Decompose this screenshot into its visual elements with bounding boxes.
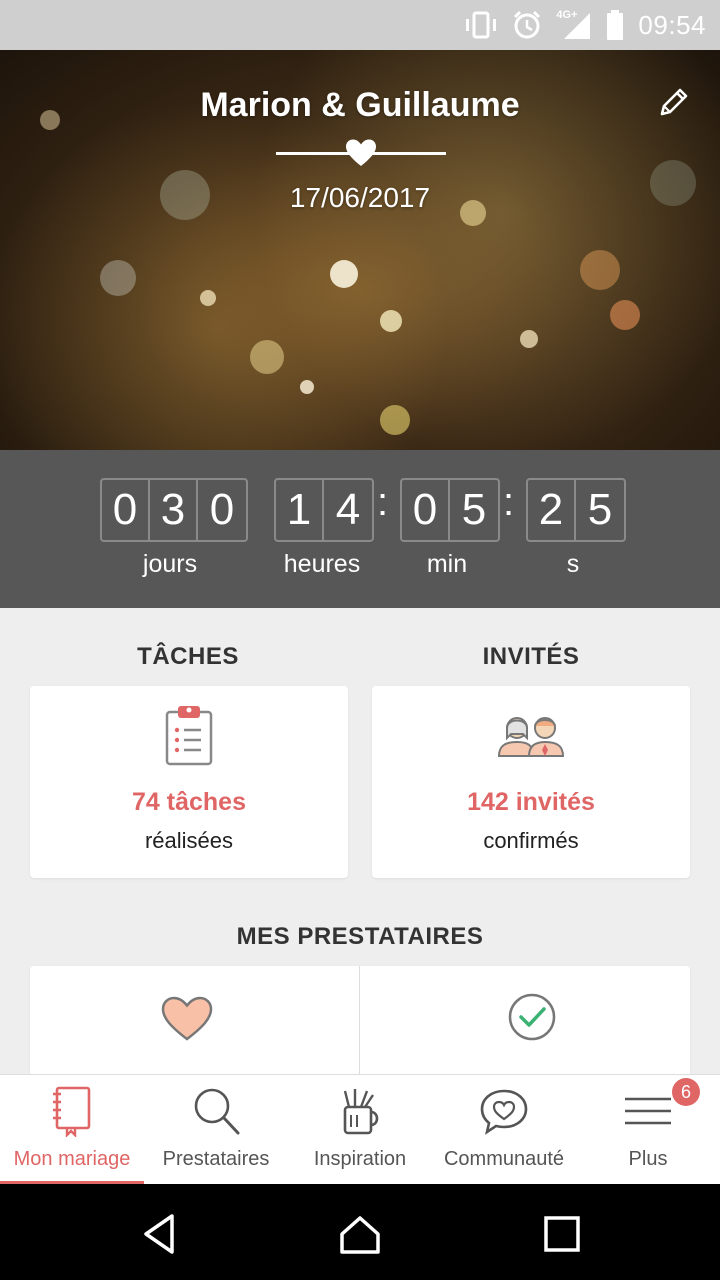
- hours-counter: 1 4: [274, 478, 374, 542]
- digit: 0: [402, 480, 450, 540]
- search-icon: [194, 1088, 240, 1135]
- clock: 09:54: [638, 9, 706, 40]
- bokeh-light: [380, 310, 402, 332]
- nav-item-communaute[interactable]: Communauté: [432, 1075, 576, 1185]
- nav-label: Inspiration: [313, 1148, 407, 1170]
- digit: 1: [276, 480, 324, 540]
- recents-icon[interactable]: [540, 1212, 584, 1256]
- seconds-counter: 2 5: [526, 478, 626, 542]
- bokeh-light: [380, 405, 410, 435]
- bokeh-light: [520, 330, 538, 348]
- guests-count: 142 invités: [467, 788, 595, 816]
- couple-guests-icon: [497, 717, 565, 757]
- seconds-label: s: [566, 550, 580, 578]
- booked-vendors-cell[interactable]: [360, 966, 690, 1086]
- bokeh-light: [580, 250, 620, 290]
- minutes-label: min: [426, 550, 468, 578]
- digit: 5: [587, 485, 613, 534]
- guests-title: INVITÉS: [482, 643, 580, 670]
- bokeh-light: [610, 300, 640, 330]
- clipboard-checklist-icon: [165, 706, 213, 766]
- bottom-navigation: Mon mariage Prestataires Inspiration Com…: [0, 1074, 720, 1185]
- digit: 5: [461, 485, 487, 534]
- hero-banner: Marion & Guillaume 17/06/2017: [0, 50, 720, 450]
- separator: :: [377, 480, 389, 524]
- menu-icon: [625, 1097, 671, 1125]
- nav-label: Mon mariage: [13, 1148, 131, 1170]
- heart-icon: [161, 996, 213, 1041]
- days-label: jours: [142, 550, 198, 578]
- signal-indicator: 4G+: [556, 9, 592, 41]
- favorite-vendors-cell[interactable]: [30, 966, 359, 1086]
- wedding-date: 17/06/2017: [289, 182, 431, 213]
- guests-subtitle: confirmés: [483, 828, 579, 853]
- bokeh-light: [100, 260, 136, 296]
- minutes-counter: 0 5: [400, 478, 500, 542]
- vendors-title: MES PRESTATAIRES: [236, 923, 484, 950]
- tasks-count: 74 tâches: [132, 788, 246, 816]
- tasks-card[interactable]: 74 tâches réalisées: [30, 686, 348, 878]
- tasks-title: TÂCHES: [137, 643, 239, 670]
- battery-icon: [607, 10, 624, 40]
- digit: 0: [209, 485, 235, 534]
- alarm-icon: [514, 10, 541, 39]
- nav-item-inspiration[interactable]: Inspiration: [288, 1075, 432, 1185]
- bokeh-light: [300, 380, 314, 394]
- vendors-card: [30, 966, 690, 1086]
- chat-heart-icon: [480, 1089, 528, 1135]
- tasks-subtitle: réalisées: [144, 828, 234, 853]
- nav-label: Prestataires: [162, 1148, 270, 1170]
- days-counter: 0 3 0: [100, 478, 248, 542]
- back-icon[interactable]: [138, 1212, 182, 1256]
- countdown-timer: 0 3 0 1 4 : 0 5 : 2 5 jours heures min s: [0, 450, 720, 608]
- hours-label: heures: [283, 550, 361, 578]
- digit: 0: [102, 480, 150, 540]
- notebook-icon: [53, 1086, 91, 1137]
- bokeh-light: [330, 260, 358, 288]
- nav-label: Communauté: [443, 1148, 565, 1170]
- system-navigation-bar: [0, 1184, 720, 1280]
- home-icon[interactable]: [338, 1212, 382, 1256]
- heart-icon: [346, 139, 376, 166]
- bokeh-light: [200, 290, 216, 306]
- notification-badge: 6: [672, 1078, 700, 1106]
- digit: 3: [150, 480, 198, 540]
- pencil-icon[interactable]: [656, 84, 692, 120]
- check-circle-icon: [508, 993, 556, 1041]
- status-bar: 4G+ 09:54: [0, 0, 720, 50]
- nav-label: Plus: [628, 1148, 668, 1170]
- separator: :: [503, 480, 515, 524]
- digit: 2: [528, 480, 576, 540]
- bokeh-light: [250, 340, 284, 374]
- couple-names: Marion & Guillaume: [200, 86, 520, 124]
- pencil-cup-icon: [343, 1089, 379, 1135]
- guests-card[interactable]: 142 invités confirmés: [372, 686, 690, 878]
- nav-item-mon-mariage[interactable]: Mon mariage: [0, 1075, 144, 1185]
- signal-icon: [564, 13, 591, 39]
- digit: 4: [335, 485, 361, 534]
- vibrate-icon: [466, 11, 497, 39]
- nav-item-prestataires[interactable]: Prestataires: [144, 1075, 288, 1185]
